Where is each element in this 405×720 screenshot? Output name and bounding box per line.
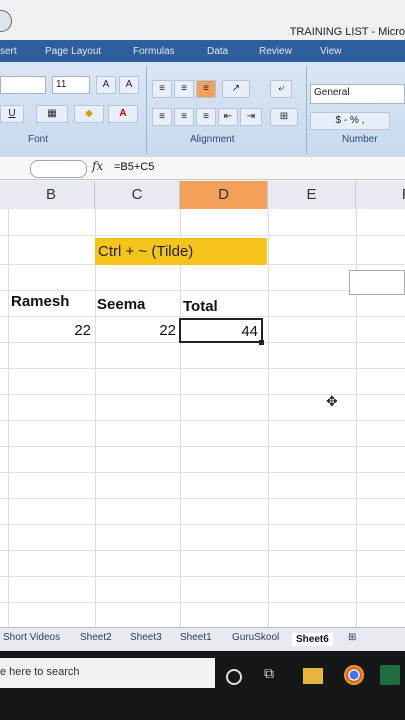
fx-icon[interactable]: fx — [92, 159, 103, 173]
column-header-e[interactable]: E — [268, 181, 356, 209]
cell-cursor-icon: ✥ — [326, 393, 338, 409]
tab-page-layout[interactable]: Page Layout — [45, 46, 101, 57]
cell-b4-ramesh[interactable]: Ramesh — [11, 293, 69, 310]
tab-review[interactable]: Review — [259, 46, 292, 57]
sheet-tab-sheet3[interactable]: Sheet3 — [130, 632, 162, 643]
align-left-icon[interactable]: ≡ — [152, 108, 172, 126]
number-format-box[interactable]: General — [310, 84, 405, 104]
sheet-tab-sheet1[interactable]: Sheet1 — [180, 632, 212, 643]
column-header-f[interactable]: F — [356, 181, 405, 209]
borders-icon[interactable]: ▦ — [36, 105, 68, 123]
worksheet-grid[interactable] — [0, 209, 405, 627]
tilde-note-cell[interactable]: Ctrl + ~ (Tilde) — [95, 238, 267, 265]
insert-sheet-icon[interactable]: ⊞ — [348, 632, 356, 643]
grid-line — [180, 209, 181, 627]
currency-button[interactable]: $ - % , — [310, 112, 390, 130]
sheet-tab-guruskool[interactable]: GuruSkool — [232, 632, 279, 643]
grid-line — [268, 209, 269, 627]
cell-d5-value[interactable]: 44 — [180, 323, 258, 340]
window-title: TRAINING LIST - Micro — [289, 26, 405, 38]
search-placeholder: e here to search — [0, 666, 80, 678]
grid-line — [0, 576, 405, 577]
file-explorer-icon[interactable] — [303, 668, 323, 684]
grid-line — [8, 209, 9, 627]
grid-line — [0, 235, 405, 236]
merge-center-icon[interactable]: ⊞ — [270, 108, 298, 126]
column-header-c[interactable]: C — [95, 181, 180, 209]
grid-line — [0, 550, 405, 551]
sheet-tab-sheet2[interactable]: Sheet2 — [80, 632, 112, 643]
ribbon-tabs: sert Page Layout Formulas Data Review Vi… — [0, 40, 405, 62]
align-top-icon[interactable]: ≡ — [152, 80, 172, 98]
grid-line — [0, 602, 405, 603]
fill-color-icon[interactable]: ◆ — [74, 105, 104, 123]
grid-line — [0, 394, 405, 395]
column-header-d[interactable]: D — [180, 181, 268, 209]
column-header-b[interactable]: B — [8, 181, 95, 209]
cell-b5-value[interactable]: 22 — [8, 322, 91, 339]
fill-handle[interactable] — [259, 340, 264, 345]
tab-insert[interactable]: sert — [0, 46, 17, 57]
font-color-icon[interactable]: A — [108, 105, 138, 123]
increase-indent-icon[interactable]: ⇥ — [240, 108, 262, 126]
number-group-label: Number — [342, 134, 378, 145]
sheet-tab-sheet6[interactable]: Sheet6 — [292, 633, 333, 646]
chrome-icon[interactable] — [344, 665, 364, 685]
grid-line — [0, 446, 405, 447]
tab-view[interactable]: View — [320, 46, 342, 57]
excel-icon[interactable] — [380, 665, 400, 685]
font-name-box[interactable] — [0, 76, 46, 94]
formula-input[interactable]: =B5+C5 — [114, 161, 154, 173]
name-box[interactable] — [30, 160, 87, 178]
grid-line — [95, 209, 96, 627]
tab-formulas[interactable]: Formulas — [133, 46, 175, 57]
ribbon-divider — [146, 66, 147, 154]
tab-data[interactable]: Data — [207, 46, 228, 57]
ribbon-divider — [306, 66, 307, 154]
grid-line — [0, 368, 405, 369]
cell-d4-total[interactable]: Total — [183, 298, 218, 315]
decrease-indent-icon[interactable]: ⇤ — [218, 108, 238, 126]
cell-c5-value[interactable]: 22 — [95, 322, 176, 339]
shrink-font-icon[interactable]: A — [119, 76, 139, 94]
sheet-tab-short-videos[interactable]: Short Videos — [3, 632, 60, 643]
align-bottom-icon[interactable]: ≡ — [196, 80, 216, 98]
font-size-box[interactable]: 11 — [52, 76, 90, 94]
align-center-icon[interactable]: ≡ — [174, 108, 194, 126]
grid-line — [0, 290, 405, 291]
cortana-icon[interactable] — [226, 669, 242, 685]
font-group-label: Font — [28, 134, 49, 145]
wrap-text-icon[interactable]: ⤶ — [270, 80, 292, 98]
grid-line — [0, 498, 405, 499]
cell-c4-seema[interactable]: Seema — [97, 296, 145, 313]
grid-line — [0, 472, 405, 473]
grid-line — [0, 316, 405, 317]
orientation-icon[interactable]: ↗ — [222, 80, 250, 98]
grid-line — [0, 420, 405, 421]
grid-line — [0, 524, 405, 525]
underline-icon[interactable]: U — [0, 105, 24, 123]
alignment-group-label: Alignment — [190, 134, 235, 145]
align-middle-icon[interactable]: ≡ — [174, 80, 194, 98]
grow-font-icon[interactable]: A — [96, 76, 116, 94]
task-view-icon[interactable]: ⧉ — [264, 665, 284, 685]
align-right-icon[interactable]: ≡ — [196, 108, 216, 126]
cell-f3-outline[interactable] — [349, 270, 405, 295]
